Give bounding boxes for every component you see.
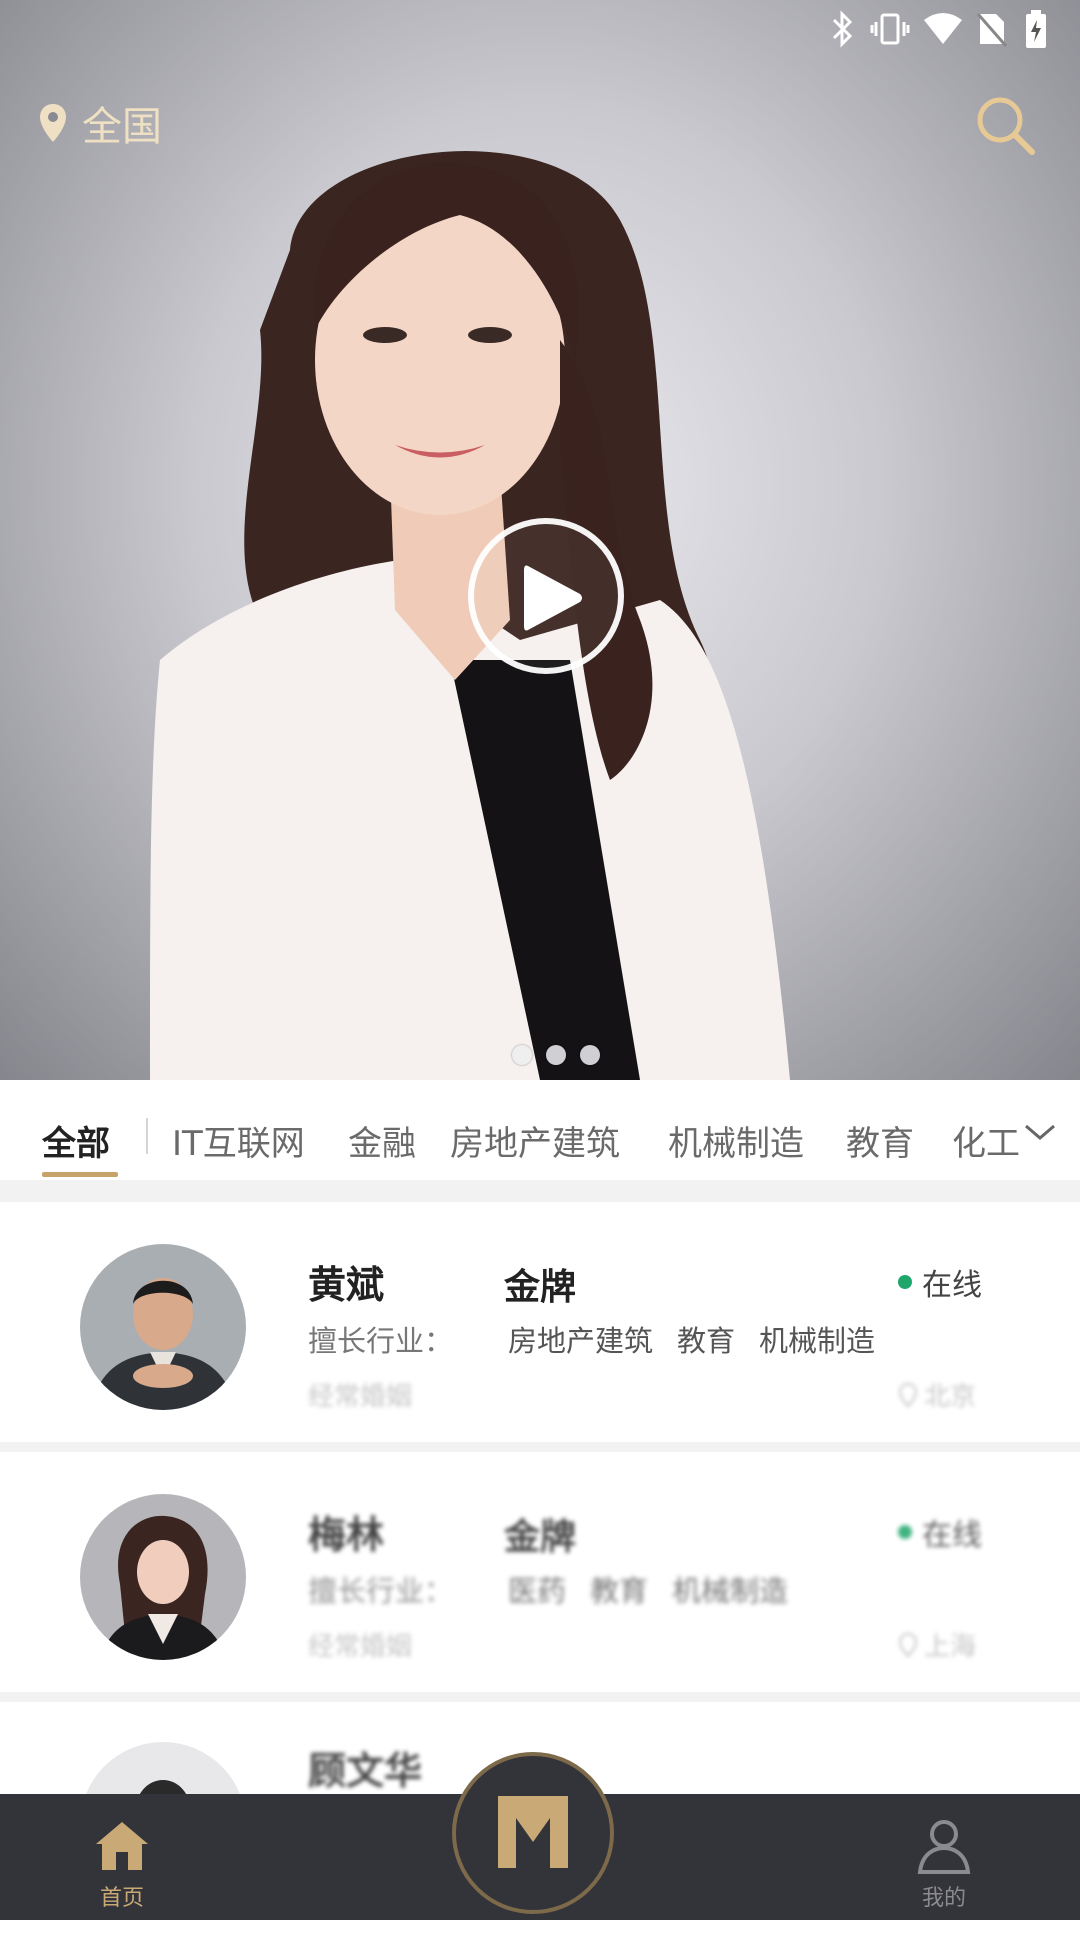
tab-all[interactable]: 全部 — [42, 1116, 110, 1165]
online-status: 在线 — [898, 1510, 982, 1554]
avatar — [80, 1244, 246, 1410]
online-status-label: 在线 — [922, 1268, 982, 1303]
home-icon — [96, 1822, 148, 1870]
center-logo-button[interactable] — [452, 1752, 614, 1914]
pagination-dot[interactable] — [512, 1045, 532, 1065]
industry-tag: 房地产建筑 — [508, 1324, 654, 1358]
pagination-dot[interactable] — [546, 1045, 566, 1065]
industry-list: 房地产建筑 教育 机械制造 — [508, 1318, 875, 1360]
nav-mine[interactable]: 我的 — [894, 1818, 994, 1912]
nav-home-label: 首页 — [99, 1886, 144, 1911]
advisor-subtitle: 经常婚姻 — [308, 1382, 413, 1412]
industry-tag: 机械制造 — [672, 1574, 789, 1608]
search-icon — [977, 97, 1035, 155]
advisor-city: 上海 — [898, 1626, 976, 1663]
online-status: 在线 — [898, 1260, 982, 1304]
bluetooth-icon — [832, 10, 853, 48]
active-tab-indicator — [42, 1172, 118, 1177]
advisor-name: 黄斌 — [308, 1263, 385, 1307]
nav-mine-label: 我的 — [921, 1886, 966, 1911]
tab-education[interactable]: 教育 — [846, 1116, 914, 1165]
play-video-button[interactable] — [468, 518, 624, 674]
advisor-name: 顾文华 — [308, 1749, 423, 1793]
location-pin-icon — [40, 104, 66, 142]
tab-machinery[interactable]: 机械制造 — [668, 1116, 804, 1165]
nav-home[interactable]: 首页 — [72, 1818, 172, 1912]
online-status-label: 在线 — [922, 1518, 982, 1553]
location-label: 全国 — [82, 104, 162, 150]
tab-chemical[interactable]: 化工 — [952, 1116, 1020, 1165]
expertise-label: 擅长行业： — [308, 1574, 454, 1608]
advisor-level: 金牌 — [504, 1517, 577, 1558]
industry-tag: 教育 — [590, 1574, 649, 1608]
separator — [0, 1180, 1080, 1200]
wifi-icon — [924, 13, 962, 44]
chevron-down-icon[interactable] — [1020, 1120, 1060, 1144]
hero-banner[interactable]: 全国 — [0, 0, 1080, 1080]
location-pin-icon — [898, 1632, 918, 1657]
industry-tag: 教育 — [677, 1324, 736, 1358]
advisor-card[interactable]: 梅林 金牌 在线 擅长行业： 医药 教育 机械制造 经常婚姻 上海 — [0, 1452, 1080, 1692]
advisor-city: 北京 — [898, 1376, 976, 1413]
online-dot-icon — [898, 1525, 912, 1539]
industry-tag: 医药 — [508, 1574, 567, 1608]
tab-real-estate[interactable]: 房地产建筑 — [450, 1116, 620, 1165]
tab-it-internet[interactable]: IT互联网 — [172, 1116, 305, 1165]
tab-divider — [146, 1118, 148, 1154]
battery-charging-icon — [1026, 10, 1046, 48]
status-bar — [0, 0, 1080, 60]
city-label: 上海 — [924, 1632, 977, 1662]
avatar — [80, 1494, 246, 1660]
location-pin-icon — [898, 1382, 918, 1407]
industry-tag: 机械制造 — [759, 1324, 876, 1358]
user-icon — [917, 1820, 971, 1874]
banner-pagination — [512, 1045, 600, 1065]
vibrate-icon — [870, 13, 910, 45]
expertise-label: 擅长行业： — [308, 1324, 454, 1358]
city-label: 北京 — [924, 1382, 977, 1412]
tab-finance[interactable]: 金融 — [348, 1116, 416, 1165]
pagination-dot[interactable] — [580, 1045, 600, 1065]
no-sim-icon — [976, 13, 1008, 47]
category-tabs: 全部 IT互联网 金融 房地产建筑 机械制造 教育 化工 — [0, 1080, 1080, 1180]
play-icon — [524, 565, 582, 631]
industry-list: 医药 教育 机械制造 — [508, 1568, 788, 1610]
location-selector[interactable]: 全国 — [38, 96, 162, 150]
search-button[interactable] — [974, 94, 1036, 156]
advisor-card[interactable]: 黄斌 金牌 在线 擅长行业： 房地产建筑 教育 机械制造 经常婚姻 北京 — [0, 1202, 1080, 1442]
advisor-level: 金牌 — [504, 1267, 577, 1308]
online-dot-icon — [898, 1275, 912, 1289]
advisor-name: 梅林 — [308, 1513, 385, 1557]
advisor-subtitle: 经常婚姻 — [308, 1632, 413, 1662]
brand-logo-icon — [498, 1796, 568, 1868]
